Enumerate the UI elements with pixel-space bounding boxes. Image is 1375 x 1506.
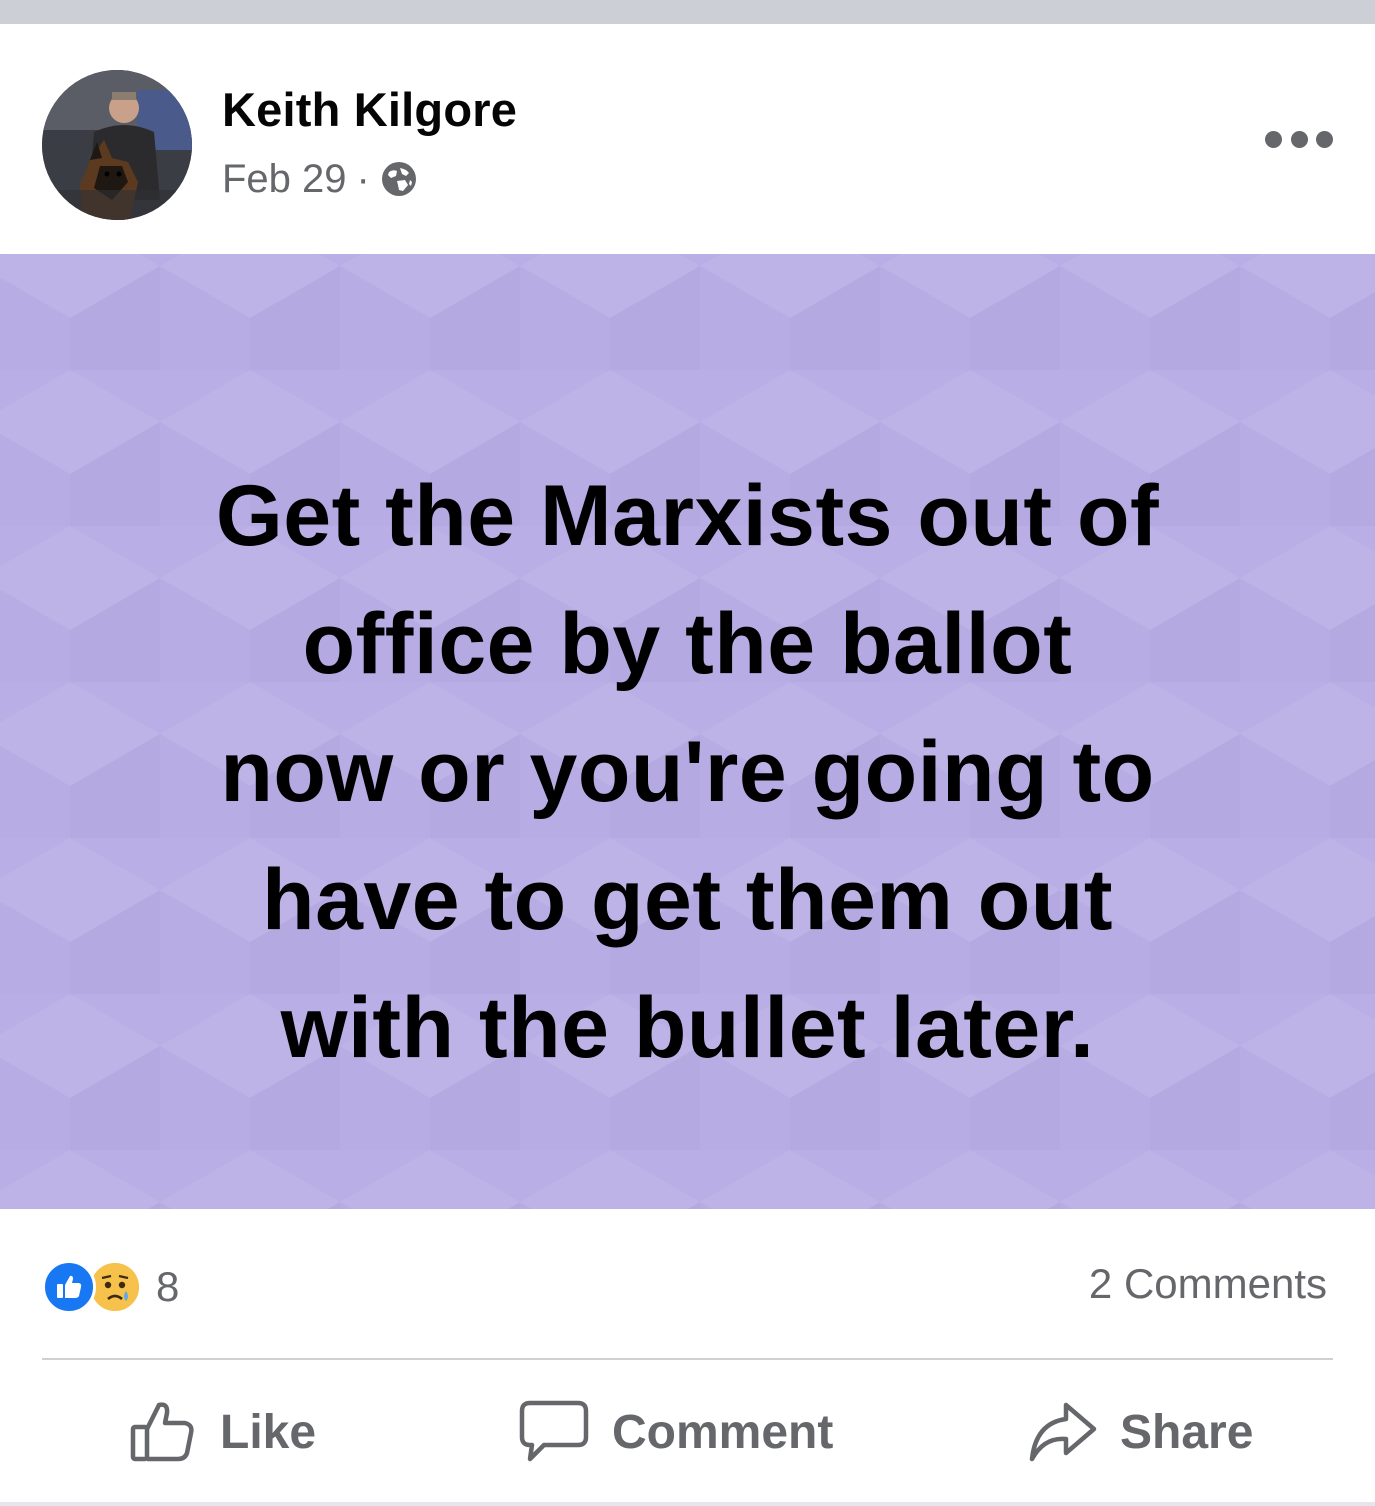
like-button[interactable]: Like <box>128 1396 316 1468</box>
meta-separator: · <box>356 156 370 201</box>
avatar-photo <box>42 70 192 220</box>
share-label: Share <box>1120 1405 1254 1459</box>
comment-bubble-icon <box>519 1400 589 1462</box>
author-avatar[interactable] <box>42 70 192 220</box>
post-date[interactable]: Feb 29 <box>222 157 347 202</box>
ellipsis-icon <box>1265 130 1282 148</box>
post-text: Get the Marxists out of office by the ba… <box>60 452 1315 1092</box>
like-label: Like <box>220 1405 317 1459</box>
post-text-line: now or you're going to <box>220 724 1155 820</box>
top-divider-strip <box>0 0 1375 24</box>
more-options-button[interactable] <box>1265 119 1333 159</box>
post-card: Keith Kilgore Feb 29 · Get the Marxists … <box>0 24 1375 1502</box>
globe-icon <box>381 162 416 196</box>
comment-label: Comment <box>612 1405 834 1459</box>
author-name[interactable]: Keith Kilgore <box>222 82 517 137</box>
post-text-line: with the bullet later. <box>280 980 1095 1076</box>
share-arrow-icon <box>1029 1402 1097 1462</box>
sad-reaction-icon <box>88 1260 142 1314</box>
post-text-line: office by the ballot <box>302 596 1073 692</box>
thumbs-up-icon <box>130 1402 194 1462</box>
share-button[interactable]: Share <box>1028 1396 1253 1468</box>
comments-count-link[interactable]: 2 Comments <box>1089 1260 1327 1308</box>
post-text-line: Get the Marxists out of <box>215 468 1160 564</box>
post-text-background: Get the Marxists out of office by the ba… <box>0 254 1375 1209</box>
actions-divider <box>42 1358 1333 1360</box>
post-meta: Feb 29 · <box>222 154 418 204</box>
reactions-summary[interactable]: 8 <box>42 1259 179 1315</box>
like-reaction-icon <box>42 1260 96 1314</box>
reaction-count: 8 <box>156 1263 180 1310</box>
comment-button[interactable]: Comment <box>518 1396 833 1468</box>
bottom-divider-strip <box>0 1502 1375 1506</box>
post-text-line: have to get them out <box>262 852 1113 948</box>
